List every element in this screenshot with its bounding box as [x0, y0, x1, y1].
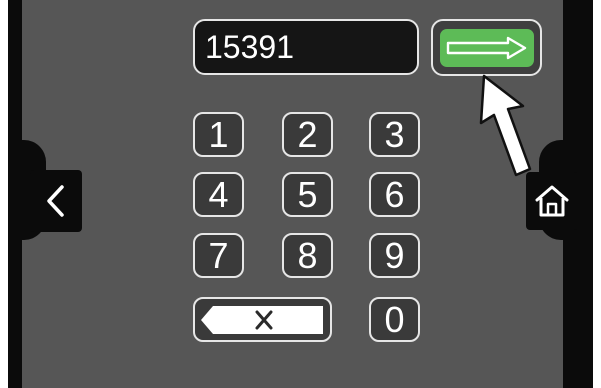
code-entry-field[interactable]: 15391 — [193, 19, 419, 75]
key-6[interactable]: 6 — [369, 172, 420, 217]
key-0[interactable]: 0 — [369, 297, 420, 342]
home-icon — [535, 185, 569, 217]
pointer-arrow-icon — [479, 74, 532, 177]
key-7[interactable]: 7 — [193, 233, 244, 278]
backspace-button[interactable] — [193, 297, 332, 342]
key-8[interactable]: 8 — [282, 233, 333, 278]
right-arrow-icon — [446, 36, 526, 59]
chevron-left-icon — [47, 185, 64, 217]
backspace-icon — [200, 305, 323, 334]
key-2[interactable]: 2 — [282, 112, 333, 157]
home-button[interactable] — [526, 172, 578, 230]
key-9[interactable]: 9 — [369, 233, 420, 278]
back-button[interactable] — [30, 170, 82, 232]
enter-button[interactable] — [431, 19, 542, 76]
key-1[interactable]: 1 — [193, 112, 244, 157]
key-4[interactable]: 4 — [193, 172, 244, 217]
enter-button-face — [439, 28, 534, 67]
key-3[interactable]: 3 — [369, 112, 420, 157]
key-5[interactable]: 5 — [282, 172, 333, 217]
